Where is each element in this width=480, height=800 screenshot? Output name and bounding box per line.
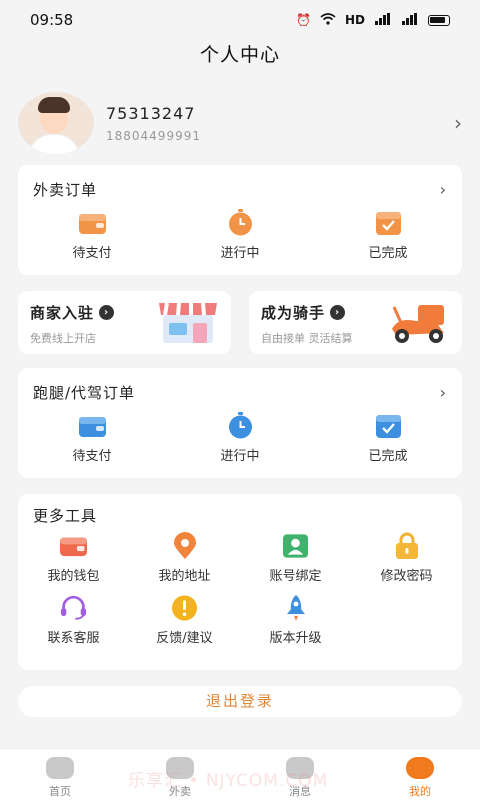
timer-icon bbox=[227, 209, 254, 236]
errand-pending-label: 待支付 bbox=[72, 449, 112, 464]
tool-feedback-label: 反馈/建议 bbox=[156, 631, 213, 646]
merchant-join-title: 商家入驻 bbox=[30, 304, 95, 322]
headset-icon bbox=[60, 594, 87, 621]
tool-my-address-label: 我的地址 bbox=[158, 569, 211, 584]
tool-change-password-label: 修改密码 bbox=[380, 569, 433, 584]
more-tools-title: 更多工具 bbox=[33, 506, 98, 525]
battery-icon bbox=[428, 14, 450, 26]
home-icon bbox=[46, 757, 74, 779]
message-icon bbox=[286, 757, 314, 779]
errand-orders-card: 跑腿/代驾订单 › 待支付 进行中 已完成 bbox=[18, 368, 462, 478]
wallet-icon bbox=[78, 412, 106, 439]
account-icon bbox=[282, 532, 309, 559]
tab-home-label: 首页 bbox=[49, 785, 71, 798]
profile-row[interactable]: 75313247 18804499991 › bbox=[18, 92, 462, 154]
become-rider-title: 成为骑手 bbox=[261, 304, 326, 322]
arrow-right-icon: › bbox=[99, 305, 115, 320]
rocket-icon bbox=[282, 594, 309, 621]
tool-contact-support-label: 联系客服 bbox=[47, 631, 100, 646]
tab-mine-label: 我的 bbox=[409, 785, 431, 798]
tool-version-upgrade-label: 版本升级 bbox=[269, 631, 322, 646]
tool-contact-support[interactable]: 联系客服 bbox=[18, 594, 129, 646]
profile-phone: 18804499991 bbox=[106, 128, 201, 143]
errand-orders-title: 跑腿/代驾订单 bbox=[33, 383, 136, 402]
hd-indicator: HD bbox=[344, 13, 365, 27]
tool-feedback[interactable]: 反馈/建议 bbox=[129, 594, 240, 646]
tab-messages[interactable]: 消息 bbox=[240, 749, 360, 800]
chevron-right-icon[interactable]: › bbox=[440, 180, 446, 199]
scooter-icon bbox=[388, 299, 450, 349]
takeout-completed[interactable]: 已完成 bbox=[338, 209, 438, 261]
takeout-orders-card: 外卖订单 › 待支付 进行中 已完成 bbox=[18, 165, 462, 275]
tool-version-upgrade[interactable]: 版本升级 bbox=[240, 594, 351, 646]
arrow-right-icon: › bbox=[330, 305, 346, 320]
timer-icon bbox=[227, 412, 254, 439]
tab-home[interactable]: 首页 bbox=[0, 749, 120, 800]
takeout-orders-header[interactable]: 外卖订单 › bbox=[18, 165, 462, 203]
signal-icon-2 bbox=[401, 12, 419, 28]
errand-in-progress[interactable]: 进行中 bbox=[190, 412, 290, 464]
tool-my-wallet-label: 我的钱包 bbox=[47, 569, 100, 584]
status-icons: ⏰ HD bbox=[296, 12, 450, 28]
alarm-icon: ⏰ bbox=[296, 13, 311, 27]
tool-change-password[interactable]: 修改密码 bbox=[351, 532, 462, 584]
page-title: 个人中心 bbox=[199, 44, 280, 66]
chevron-right-icon[interactable]: › bbox=[440, 383, 446, 402]
tool-my-address[interactable]: 我的地址 bbox=[129, 531, 240, 584]
chevron-right-icon[interactable]: › bbox=[454, 111, 462, 135]
wallet-icon bbox=[60, 532, 87, 559]
merchant-join-card[interactable]: 商家入驻 › 免费线上开店 bbox=[18, 291, 231, 354]
tool-account-binding-label: 账号绑定 bbox=[269, 569, 322, 584]
takeout-in-progress-label: 进行中 bbox=[220, 246, 260, 261]
tab-takeout[interactable]: 外卖 bbox=[120, 749, 240, 800]
location-icon bbox=[171, 531, 198, 559]
errand-completed[interactable]: 已完成 bbox=[338, 412, 438, 464]
takeout-pending-label: 待支付 bbox=[72, 246, 112, 261]
check-box-icon bbox=[375, 209, 402, 236]
avatar[interactable] bbox=[18, 92, 94, 154]
errand-orders-header[interactable]: 跑腿/代驾订单 › bbox=[18, 368, 462, 406]
lock-icon bbox=[393, 532, 420, 559]
bottom-tab-bar: 首页 外卖 消息 我的 bbox=[0, 748, 480, 800]
takeout-in-progress[interactable]: 进行中 bbox=[190, 209, 290, 261]
takeout-completed-label: 已完成 bbox=[368, 246, 408, 261]
become-rider-card[interactable]: 成为骑手 › 自由接单 灵活结算 bbox=[249, 291, 462, 354]
tab-takeout-label: 外卖 bbox=[169, 785, 191, 798]
tool-my-wallet[interactable]: 我的钱包 bbox=[18, 532, 129, 584]
errand-pending-payment[interactable]: 待支付 bbox=[42, 412, 142, 464]
profile-name: 75313247 bbox=[106, 103, 196, 123]
wallet-icon bbox=[78, 209, 106, 236]
takeout-pending-payment[interactable]: 待支付 bbox=[42, 209, 142, 261]
errand-in-progress-label: 进行中 bbox=[220, 449, 260, 464]
status-bar: 09:58 ⏰ HD bbox=[0, 0, 480, 40]
signal-icon bbox=[374, 12, 392, 28]
tab-mine[interactable]: 我的 bbox=[360, 749, 480, 800]
tool-account-binding[interactable]: 账号绑定 bbox=[240, 532, 351, 584]
takeout-icon bbox=[166, 757, 194, 779]
status-time: 09:58 bbox=[30, 11, 74, 29]
more-tools-card: 更多工具 我的钱包 我的地址 账号绑定 修改密码 联系客服 反馈/建议 版本升级 bbox=[18, 494, 462, 670]
feedback-icon bbox=[171, 594, 198, 621]
takeout-orders-title: 外卖订单 bbox=[33, 180, 98, 199]
storefront-icon bbox=[157, 299, 219, 349]
wifi-icon bbox=[320, 12, 336, 28]
check-box-icon bbox=[375, 412, 402, 439]
profile-icon bbox=[406, 757, 434, 779]
errand-completed-label: 已完成 bbox=[368, 449, 408, 464]
tab-messages-label: 消息 bbox=[289, 785, 311, 798]
logout-button[interactable]: 退出登录 bbox=[18, 686, 462, 717]
